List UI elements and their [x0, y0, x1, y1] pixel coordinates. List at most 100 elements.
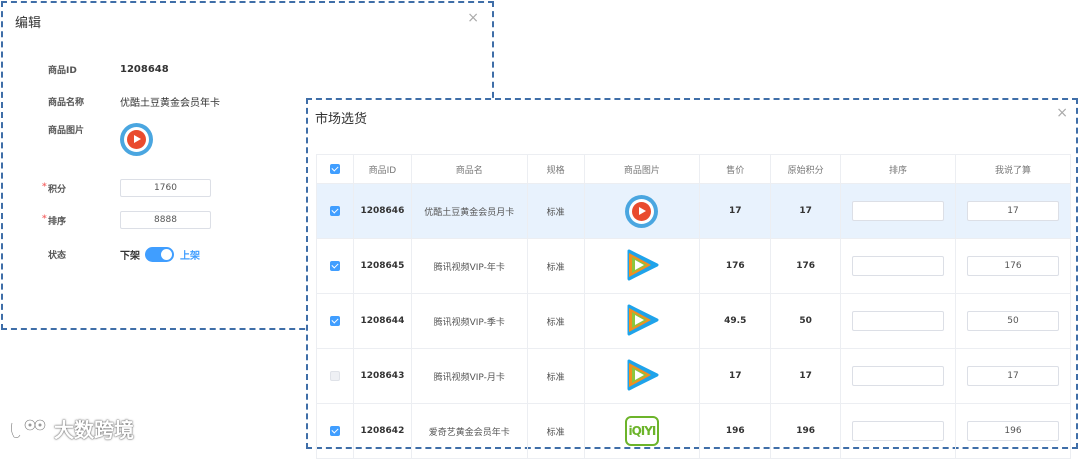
table-row[interactable]: 1208644 腾讯视频VIP-季卡 标准 49.5 50 50	[316, 293, 1071, 349]
row-checkbox[interactable]	[316, 403, 354, 459]
sort-label: * 排序	[42, 213, 67, 227]
custom-value-input[interactable]: 176	[967, 256, 1059, 276]
cell-sort	[840, 238, 956, 294]
cell-sort	[840, 403, 956, 459]
column-header: 商品ID	[352, 154, 412, 184]
cell-price: 176	[699, 238, 772, 294]
brand-logo-icon	[10, 419, 46, 439]
market-dialog: 市场选货 × 商品ID 商品名 规格 商品图片 售价 原始积分 排序 我说了算 …	[306, 98, 1078, 459]
row-checkbox[interactable]	[316, 238, 354, 294]
cell-product-image: iQIYI	[583, 403, 701, 459]
cell-custom: 176	[955, 238, 1071, 294]
cell-original-points: 50	[770, 293, 842, 349]
cell-product-name: 优酷土豆黄金会员月卡	[410, 183, 528, 239]
required-mark: *	[42, 213, 47, 224]
cell-product-image	[583, 348, 701, 404]
cell-custom: 196	[955, 403, 1071, 459]
youku-icon	[120, 123, 153, 156]
field-product-name: 商品名称 优酷土豆黄金会员年卡	[48, 91, 220, 111]
cell-product-id: 1208643	[352, 348, 412, 404]
field-points: * 积分 1760	[42, 178, 211, 198]
cell-original-points: 196	[770, 403, 842, 459]
row-checkbox[interactable]	[316, 183, 354, 239]
cell-product-id: 1208645	[352, 238, 412, 294]
cell-product-id: 1208642	[352, 403, 412, 459]
column-header: 商品名	[410, 154, 528, 184]
sort-input[interactable]	[852, 201, 945, 221]
cell-product-image	[583, 183, 701, 239]
product-name-label: 商品名称	[48, 97, 85, 108]
cell-sort	[840, 183, 956, 239]
edit-dialog-title: 编辑	[15, 16, 42, 31]
cell-spec: 标准	[526, 348, 585, 404]
status-toggle[interactable]	[145, 246, 174, 262]
field-sort: * 排序 8888	[42, 210, 211, 230]
cell-product-id: 1208644	[352, 293, 412, 349]
cell-product-id: 1208646	[352, 183, 412, 239]
points-label: * 积分	[42, 181, 67, 195]
row-checkbox[interactable]	[316, 348, 354, 404]
table-row[interactable]: 1208646 优酷土豆黄金会员月卡 标准 17 17 17	[316, 183, 1071, 239]
product-image-label: 商品图片	[48, 126, 85, 136]
cell-product-image	[583, 238, 701, 294]
cell-spec: 标准	[526, 183, 585, 239]
table-header-row: 商品ID 商品名 规格 商品图片 售价 原始积分 排序 我说了算	[316, 154, 1071, 184]
cell-custom: 17	[955, 183, 1071, 239]
close-icon[interactable]: ×	[1056, 105, 1068, 121]
cell-custom: 17	[955, 348, 1071, 404]
cell-sort	[840, 348, 956, 404]
cell-original-points: 17	[770, 183, 842, 239]
product-name-value: 优酷土豆黄金会员年卡	[120, 97, 220, 109]
custom-value-input[interactable]: 50	[967, 311, 1059, 331]
cell-custom: 50	[955, 293, 1071, 349]
cell-product-image	[583, 293, 701, 349]
cell-price: 196	[699, 403, 772, 459]
table-row[interactable]: 1208642 爱奇艺黄金会员年卡 标准 iQIYI 196 196 196	[316, 403, 1071, 459]
watermark-text: 大数跨境	[54, 418, 134, 442]
product-table: 商品ID 商品名 规格 商品图片 售价 原始积分 排序 我说了算 1208646…	[316, 154, 1071, 459]
custom-value-input[interactable]: 196	[967, 421, 1059, 441]
cell-price: 17	[699, 183, 772, 239]
field-product-id: 商品ID 1208648	[48, 59, 169, 79]
cell-product-name: 腾讯视频VIP-月卡	[410, 348, 528, 404]
status-on-label: 上架	[180, 250, 200, 262]
sort-input[interactable]	[852, 256, 945, 276]
row-checkbox[interactable]	[316, 293, 354, 349]
cell-original-points: 176	[770, 238, 842, 294]
cell-spec: 标准	[526, 238, 585, 294]
iqiyi-icon: iQIYI	[624, 416, 659, 446]
status-off-label: 下架	[120, 250, 140, 262]
cell-product-name: 爱奇艺黄金会员年卡	[410, 403, 528, 459]
cell-sort	[840, 293, 956, 349]
column-header: 原始积分	[770, 154, 842, 184]
cell-product-name: 腾讯视频VIP-年卡	[410, 238, 528, 294]
column-header: 售价	[699, 154, 772, 184]
table-row[interactable]: 1208643 腾讯视频VIP-月卡 标准 17 17 17	[316, 348, 1071, 404]
cell-product-name: 腾讯视频VIP-季卡	[410, 293, 528, 349]
column-header: 商品图片	[583, 154, 701, 184]
column-header: 规格	[526, 154, 585, 184]
field-status: 状态 下架 上架	[48, 244, 200, 264]
column-header: 排序	[840, 154, 956, 184]
cell-original-points: 17	[770, 348, 842, 404]
cell-price: 49.5	[699, 293, 772, 349]
cell-price: 17	[699, 348, 772, 404]
points-input[interactable]: 1760	[120, 179, 211, 197]
table-row[interactable]: 1208645 腾讯视频VIP-年卡 标准 176 176 176	[316, 238, 1071, 294]
select-all-checkbox[interactable]	[316, 154, 354, 184]
sort-input[interactable]	[852, 366, 945, 386]
field-product-image: 商品图片	[48, 123, 153, 163]
cell-spec: 标准	[526, 403, 585, 459]
sort-input[interactable]	[852, 421, 945, 441]
required-mark: *	[42, 181, 47, 192]
status-label: 状态	[48, 250, 67, 261]
custom-value-input[interactable]: 17	[967, 366, 1059, 386]
watermark: 大数跨境	[8, 414, 134, 443]
youku-icon	[625, 194, 659, 228]
tencent-video-icon	[627, 249, 659, 280]
tencent-video-icon	[627, 359, 659, 390]
custom-value-input[interactable]: 17	[967, 201, 1059, 221]
sort-input[interactable]: 8888	[120, 211, 211, 229]
sort-input[interactable]	[852, 311, 945, 331]
close-icon[interactable]: ×	[467, 10, 479, 26]
